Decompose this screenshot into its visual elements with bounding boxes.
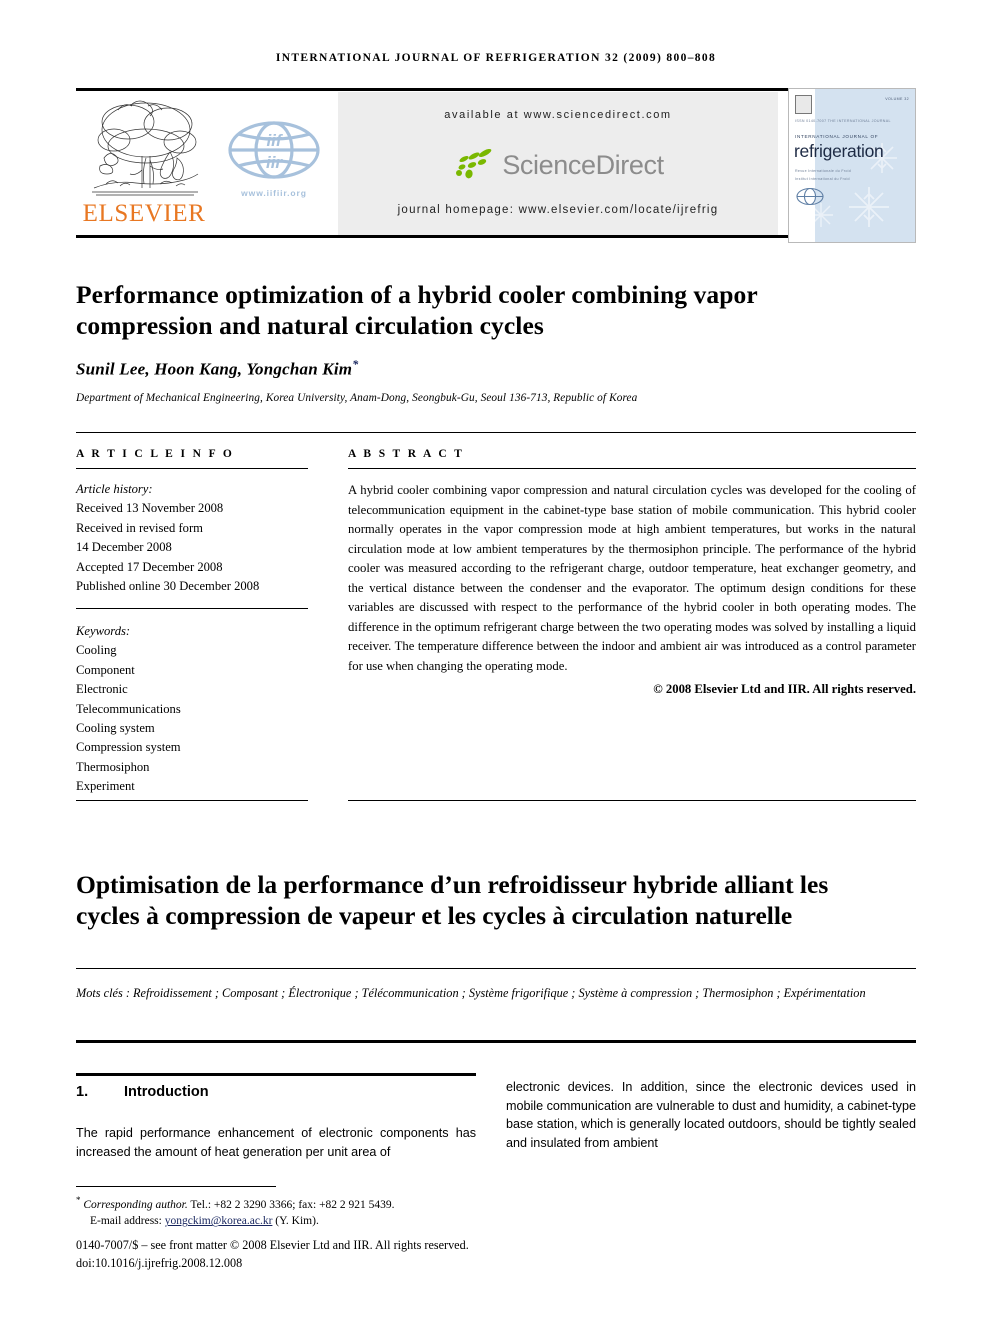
sciencedirect-logo: ScienceDirect — [338, 142, 778, 188]
iifiir-logo: iif iir www.iifiir.org — [224, 116, 324, 208]
sciencedirect-leaves-icon — [456, 148, 492, 179]
article-history-item: 14 December 2008 — [76, 540, 172, 555]
affiliation: Department of Mechanical Engineering, Ko… — [76, 392, 638, 404]
footnote-email-owner: (Y. Kim). — [275, 1215, 319, 1228]
keyword-item: Telecommunications — [76, 701, 181, 716]
footnote-email-label: E-mail address: — [90, 1215, 162, 1228]
article-history-item: Accepted 17 December 2008 — [76, 559, 223, 574]
elsevier-logo: ELSEVIER — [80, 96, 208, 234]
keyword-item: Thermosiphon — [76, 759, 150, 774]
journal-masthead: ELSEVIER iif iir www.iifiir.org availabl… — [76, 88, 916, 243]
running-head: INTERNATIONAL JOURNAL OF REFRIGERATION 3… — [275, 52, 717, 64]
snowflake-icon — [849, 187, 889, 227]
page-title: Performance optimization of a hybrid coo… — [76, 280, 758, 341]
abstract-column: A B S T R A C T A hybrid cooler combinin… — [348, 448, 916, 697]
keyword-item: Cooling system — [76, 721, 155, 736]
article-info-divider — [76, 608, 308, 609]
iifiir-url-label: www.iifiir.org — [241, 188, 307, 198]
section-number: 1. — [76, 1084, 89, 1100]
issn-line: 0140-7007/$ – see front matter © 2008 El… — [76, 1238, 469, 1252]
sciencedirect-available-at: available at www.sciencedirect.com — [444, 109, 672, 121]
keywords-label: Keywords: — [76, 624, 131, 638]
abstract-underline — [348, 468, 916, 469]
cover-volume-note: VOLUME 32 — [885, 97, 909, 101]
section-heading-introduction: 1. Introduction — [76, 1084, 476, 1100]
french-keywords: Mots clés : Refroidissement ; Composant … — [76, 986, 866, 1000]
french-bottom-rule — [76, 1040, 916, 1043]
keyword-item: Component — [76, 662, 135, 677]
cover-international-journal-of: INTERNATIONAL JOURNAL OF — [795, 134, 879, 139]
footer-issn-block: 0140-7007/$ – see front matter © 2008 El… — [76, 1236, 636, 1272]
body-column-left: The rapid performance enhancement of ele… — [76, 1126, 476, 1159]
author-names: Sunil Lee, Hoon Kang, Yongchan Kim — [76, 359, 353, 379]
corresponding-author-marker: * — [352, 357, 359, 371]
footnote-corresponding-contact: Tel.: +82 2 3290 3366; fax: +82 2 921 54… — [187, 1198, 395, 1211]
article-info-column: A R T I C L E I N F O Article history: R… — [76, 448, 308, 596]
cover-tiny-line: ISSN 0140-7007 THE INTERNATIONAL JOURNAL — [795, 119, 891, 123]
article-history: Article history: Received 13 November 20… — [76, 480, 308, 596]
doi-line: doi:10.1016/j.ijrefrig.2008.12.008 — [76, 1256, 243, 1270]
introduction-rule — [76, 1073, 476, 1076]
abstract-copyright: © 2008 Elsevier Ltd and IIR. All rights … — [653, 682, 916, 696]
journal-homepage-label: journal homepage: www.elsevier.com/locat… — [397, 204, 719, 216]
cover-title: refrigeration — [794, 141, 884, 161]
abstract-bottom-rule — [348, 800, 916, 801]
article-history-item: Received in revised form — [76, 520, 203, 535]
french-top-rule — [76, 968, 916, 969]
svg-text:iif: iif — [266, 131, 283, 150]
cover-globe-icon — [796, 187, 824, 206]
article-history-item: Published online 30 December 2008 — [76, 579, 260, 594]
footnote-corresponding-author: * Corresponding author. Tel.: +82 2 3290… — [76, 1192, 576, 1230]
article-info-underline — [76, 468, 308, 469]
elsevier-tree-icon — [92, 100, 199, 196]
keyword-item: Cooling — [76, 643, 117, 658]
cover-elsevier-mark-icon — [795, 95, 812, 114]
keywords-list: Keywords: Cooling Component Electronic T… — [76, 622, 308, 797]
french-title: Optimisation de la performance d’un refr… — [76, 870, 829, 931]
article-history-item: Received 13 November 2008 — [76, 501, 224, 516]
journal-article-page: INTERNATIONAL JOURNAL OF REFRIGERATION 3… — [0, 0, 992, 1323]
article-info-bottom-rule — [76, 800, 308, 801]
footnote-rule — [76, 1186, 276, 1187]
body-column-right: electronic devices. In addition, since t… — [506, 1080, 916, 1150]
abstract-label: A B S T R A C T — [348, 448, 465, 460]
keyword-item: Experiment — [76, 779, 135, 794]
globe-icon: iif iir — [228, 121, 320, 179]
article-info-label: A R T I C L E I N F O — [76, 448, 235, 460]
cover-sub-line-1: Revue Internationale du Froid — [795, 169, 852, 173]
footnote-marker: * — [76, 1195, 81, 1205]
footnote-corresponding-label: Corresponding author. — [83, 1198, 188, 1211]
keyword-item: Compression system — [76, 740, 181, 755]
cover-sub-line-2: Institut International du Froid — [795, 177, 850, 181]
email-link[interactable]: yongckim@korea.ac.kr — [165, 1215, 273, 1227]
sciencedirect-banner: available at www.sciencedirect.com Scien… — [338, 92, 778, 235]
info-abstract-top-rule — [76, 432, 916, 433]
article-history-label: Article history: — [76, 482, 153, 496]
svg-text:iir: iir — [266, 153, 283, 172]
journal-cover-thumbnail: VOLUME 32 ISSN 0140-7007 THE INTERNATION… — [788, 88, 916, 243]
keyword-item: Electronic — [76, 682, 128, 697]
sciencedirect-wordmark: ScienceDirect — [502, 149, 664, 180]
abstract-text: A hybrid cooler combining vapor compress… — [348, 483, 916, 673]
section-title: Introduction — [124, 1084, 209, 1100]
elsevier-wordmark: ELSEVIER — [82, 200, 206, 227]
author-list: Sunil Lee, Hoon Kang, Yongchan Kim* — [76, 357, 876, 380]
